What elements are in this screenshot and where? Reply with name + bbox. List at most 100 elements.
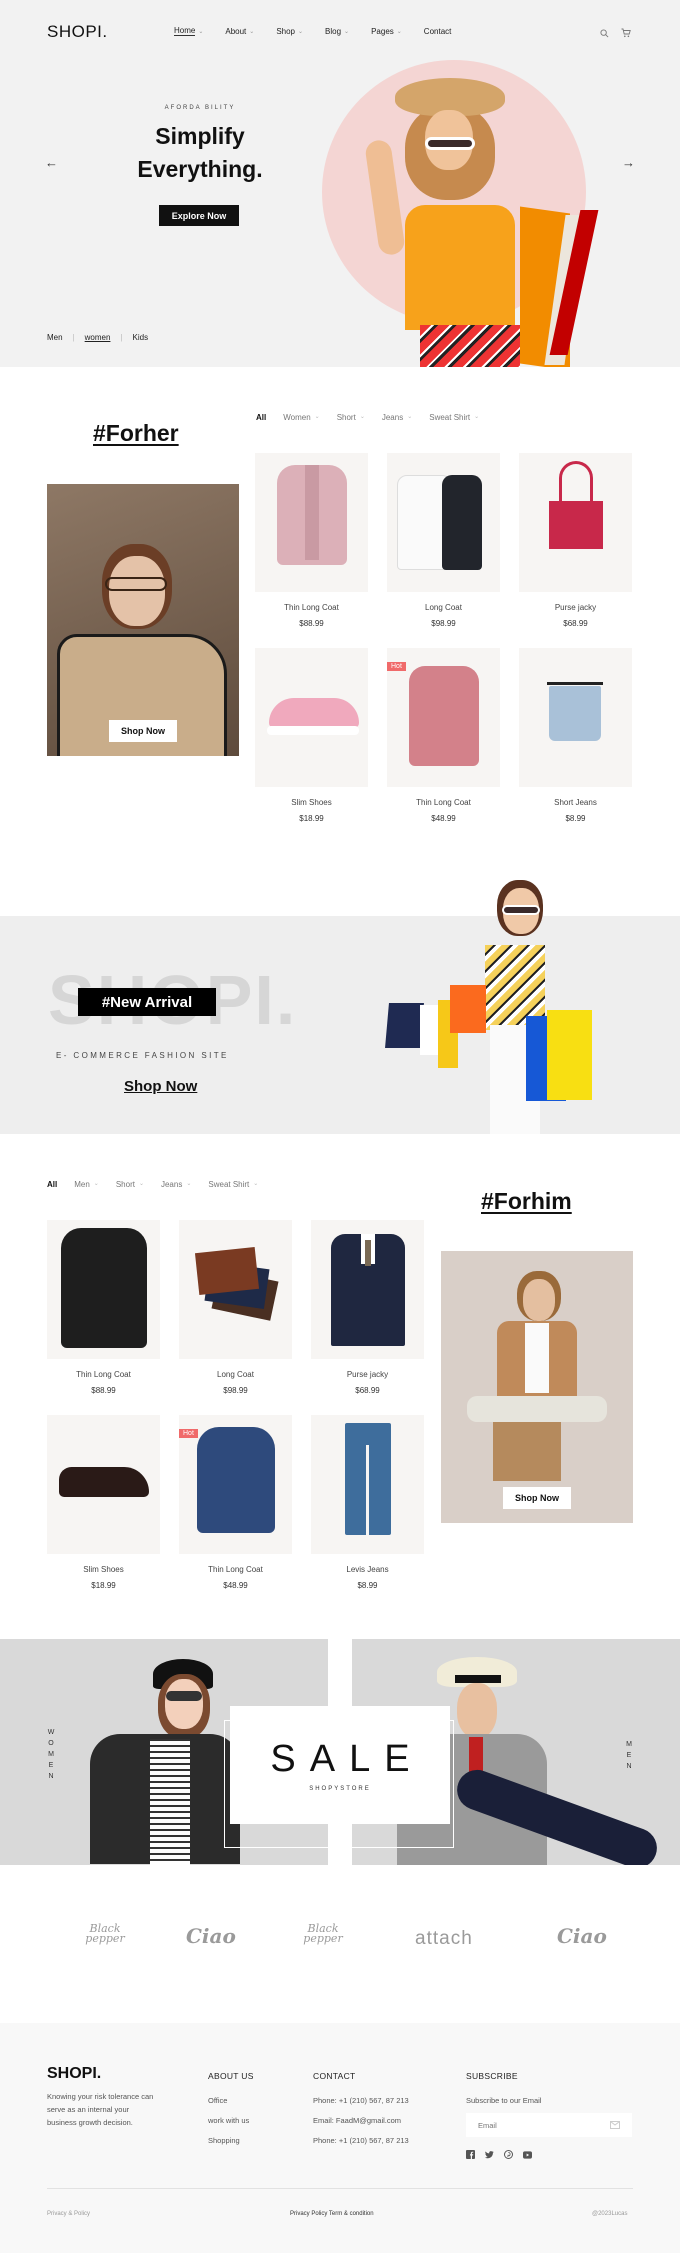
brand-logo-attach[interactable]: attach	[415, 1928, 473, 1950]
product-price: $98.99	[223, 1386, 248, 1395]
product-card[interactable]: Long Coat $98.99	[179, 1220, 292, 1395]
sale-title: SALE	[270, 1738, 424, 1780]
tab-label: Jeans	[160, 1180, 183, 1189]
new-arrival-badge: #New Arrival	[78, 988, 216, 1016]
product-card[interactable]: Purse jacky $68.99	[311, 1220, 424, 1395]
nav-item-home[interactable]: Home ⌄	[174, 26, 203, 36]
product-card[interactable]: Slim Shoes $18.99	[47, 1415, 160, 1590]
footer-contact-email[interactable]: Email: FaadM@gmail.com	[313, 2116, 401, 2125]
hero-eyebrow: AFORDA BILITY	[164, 105, 236, 111]
nav-item-about[interactable]: About ⌄	[225, 26, 254, 36]
nav-item-contact[interactable]: Contact	[424, 26, 452, 36]
product-price: $8.99	[565, 814, 586, 823]
mail-icon[interactable]	[610, 2116, 620, 2134]
subscribe-email-field[interactable]	[466, 2113, 632, 2137]
forhim-promo-image: Shop Now	[441, 1251, 633, 1523]
brand-logo-black-pepper[interactable]: Black pepper	[303, 1923, 343, 1944]
header-icons	[600, 25, 631, 43]
category-kids[interactable]: Kids	[133, 333, 149, 342]
nav-item-blog[interactable]: Blog ⌄	[325, 26, 349, 36]
footer-terms-link[interactable]: Privacy Policy Term & condition	[290, 2211, 374, 2217]
tab-short[interactable]: Short ⌄	[116, 1180, 144, 1189]
twitter-icon[interactable]	[485, 2150, 494, 2159]
tab-label: Short	[336, 413, 356, 422]
new-arrival-shop-now-link[interactable]: Shop Now	[124, 1078, 197, 1095]
brand-logo-ciao[interactable]: Ciao	[557, 1924, 607, 1948]
chevron-down-icon: ⌄	[198, 28, 204, 35]
nav-item-shop[interactable]: Shop ⌄	[276, 26, 303, 36]
tab-all[interactable]: All	[47, 1180, 57, 1189]
tab-label: All	[47, 1180, 58, 1189]
forher-shop-now-button[interactable]: Shop Now	[109, 720, 177, 742]
tab-sweat-shirt[interactable]: Sweat Shirt ⌄	[429, 413, 479, 422]
forher-filter-tabs: All Women ⌄ Short ⌄ Jeans ⌄ Sweat Shirt ⌄	[256, 413, 496, 422]
footer-link-office[interactable]: Office	[208, 2096, 227, 2105]
tab-sweat-shirt[interactable]: Sweat Shirt ⌄	[208, 1180, 258, 1189]
product-card[interactable]: Thin Long Coat $88.99	[47, 1220, 160, 1395]
prev-slide-arrow-icon[interactable]: ←	[45, 155, 58, 170]
tab-short[interactable]: Short ⌄	[337, 413, 365, 422]
hero-category-links: Men | women | Kids	[47, 333, 148, 342]
footer-link-shopping[interactable]: Shopping	[208, 2136, 240, 2145]
social-links	[466, 2150, 532, 2159]
nav-item-pages[interactable]: Pages ⌄	[371, 26, 402, 36]
footer-link-work-with-us[interactable]: work with us	[208, 2116, 249, 2125]
nav-label: Pages	[371, 26, 394, 36]
product-name: Levis Jeans	[346, 1565, 389, 1574]
tab-jeans[interactable]: Jeans ⌄	[382, 413, 412, 422]
nav-label: Contact	[423, 26, 452, 36]
tab-jeans[interactable]: Jeans ⌄	[161, 1180, 191, 1189]
footer-subscribe-text: Subscribe to our Email	[466, 2096, 542, 2105]
product-card[interactable]: Slim Shoes $18.99	[255, 648, 368, 823]
main-nav: Home ⌄ About ⌄ Shop ⌄ Blog ⌄ Pages ⌄ Contact	[174, 26, 473, 36]
explore-now-button[interactable]: Explore Now	[159, 205, 239, 226]
brand-logo-black-pepper[interactable]: Black pepper	[85, 1923, 125, 1944]
pinterest-icon[interactable]	[504, 2150, 513, 2159]
brand-logo-ciao[interactable]: Ciao	[186, 1924, 236, 1948]
forhim-filter-tabs: All Men ⌄ Short ⌄ Jeans ⌄ Sweat Shirt ⌄	[47, 1180, 275, 1189]
hero-headline: Simplify Everything.	[100, 120, 300, 186]
brand-logos-row: Black pepper Ciao Black pepper attach Ciao	[0, 1920, 680, 1980]
chevron-down-icon: ⌄	[253, 1181, 259, 1187]
search-icon[interactable]	[600, 25, 609, 43]
tab-men[interactable]: Men ⌄	[74, 1180, 99, 1189]
footer-logo[interactable]: SHOPI.	[47, 2065, 101, 2083]
product-card[interactable]: Purse jacky $68.99	[519, 453, 632, 628]
product-card[interactable]: Long Coat $98.99	[387, 453, 500, 628]
product-card[interactable]: Hot Thin Long Coat $48.99	[179, 1415, 292, 1590]
product-image-pink-shoes	[255, 648, 368, 787]
forher-promo-image: Shop Now	[47, 484, 239, 756]
tab-label: Sweat Shirt	[429, 413, 471, 422]
product-image-long-coat	[387, 453, 500, 592]
footer-privacy-link[interactable]: Privacy & Policy	[47, 2211, 90, 2217]
forhim-shop-now-button[interactable]: Shop Now	[503, 1487, 571, 1509]
facebook-icon[interactable]	[466, 2150, 475, 2159]
tab-label: Jeans	[381, 413, 404, 422]
product-image-pink-puffer: Hot	[387, 648, 500, 787]
product-price: $18.99	[299, 814, 324, 823]
product-card[interactable]: Hot Thin Long Coat $48.99	[387, 648, 500, 823]
product-price: $68.99	[355, 1386, 380, 1395]
email-input[interactable]	[478, 2120, 598, 2130]
cart-icon[interactable]	[621, 25, 631, 43]
tab-all[interactable]: All	[256, 413, 266, 422]
category-men[interactable]: Men	[47, 333, 63, 342]
tab-women[interactable]: Women ⌄	[283, 413, 319, 422]
product-card[interactable]: Levis Jeans $8.99	[311, 1415, 424, 1590]
youtube-icon[interactable]	[523, 2150, 532, 2159]
next-slide-arrow-icon[interactable]: →	[622, 155, 635, 170]
site-logo[interactable]: SHOPI.	[47, 22, 108, 42]
chevron-down-icon: ⌄	[186, 1181, 192, 1187]
product-price: $48.99	[223, 1581, 248, 1590]
footer-contact-phone: Phone: +1 (210) 567, 87 213	[313, 2136, 409, 2145]
footer-subscribe-heading: SUBSCRIBE	[466, 2071, 518, 2081]
product-card[interactable]: Thin Long Coat $88.99	[255, 453, 368, 628]
chevron-down-icon: ⌄	[396, 28, 402, 35]
footer-divider	[47, 2188, 633, 2189]
tab-label: Short	[115, 1180, 135, 1189]
tab-label: Men	[74, 1180, 90, 1189]
chevron-down-icon: ⌄	[138, 1181, 144, 1187]
sale-card[interactable]: SALE SHOPYSTORE	[230, 1706, 450, 1824]
category-women[interactable]: women	[85, 333, 111, 342]
product-card[interactable]: Short Jeans $8.99	[519, 648, 632, 823]
